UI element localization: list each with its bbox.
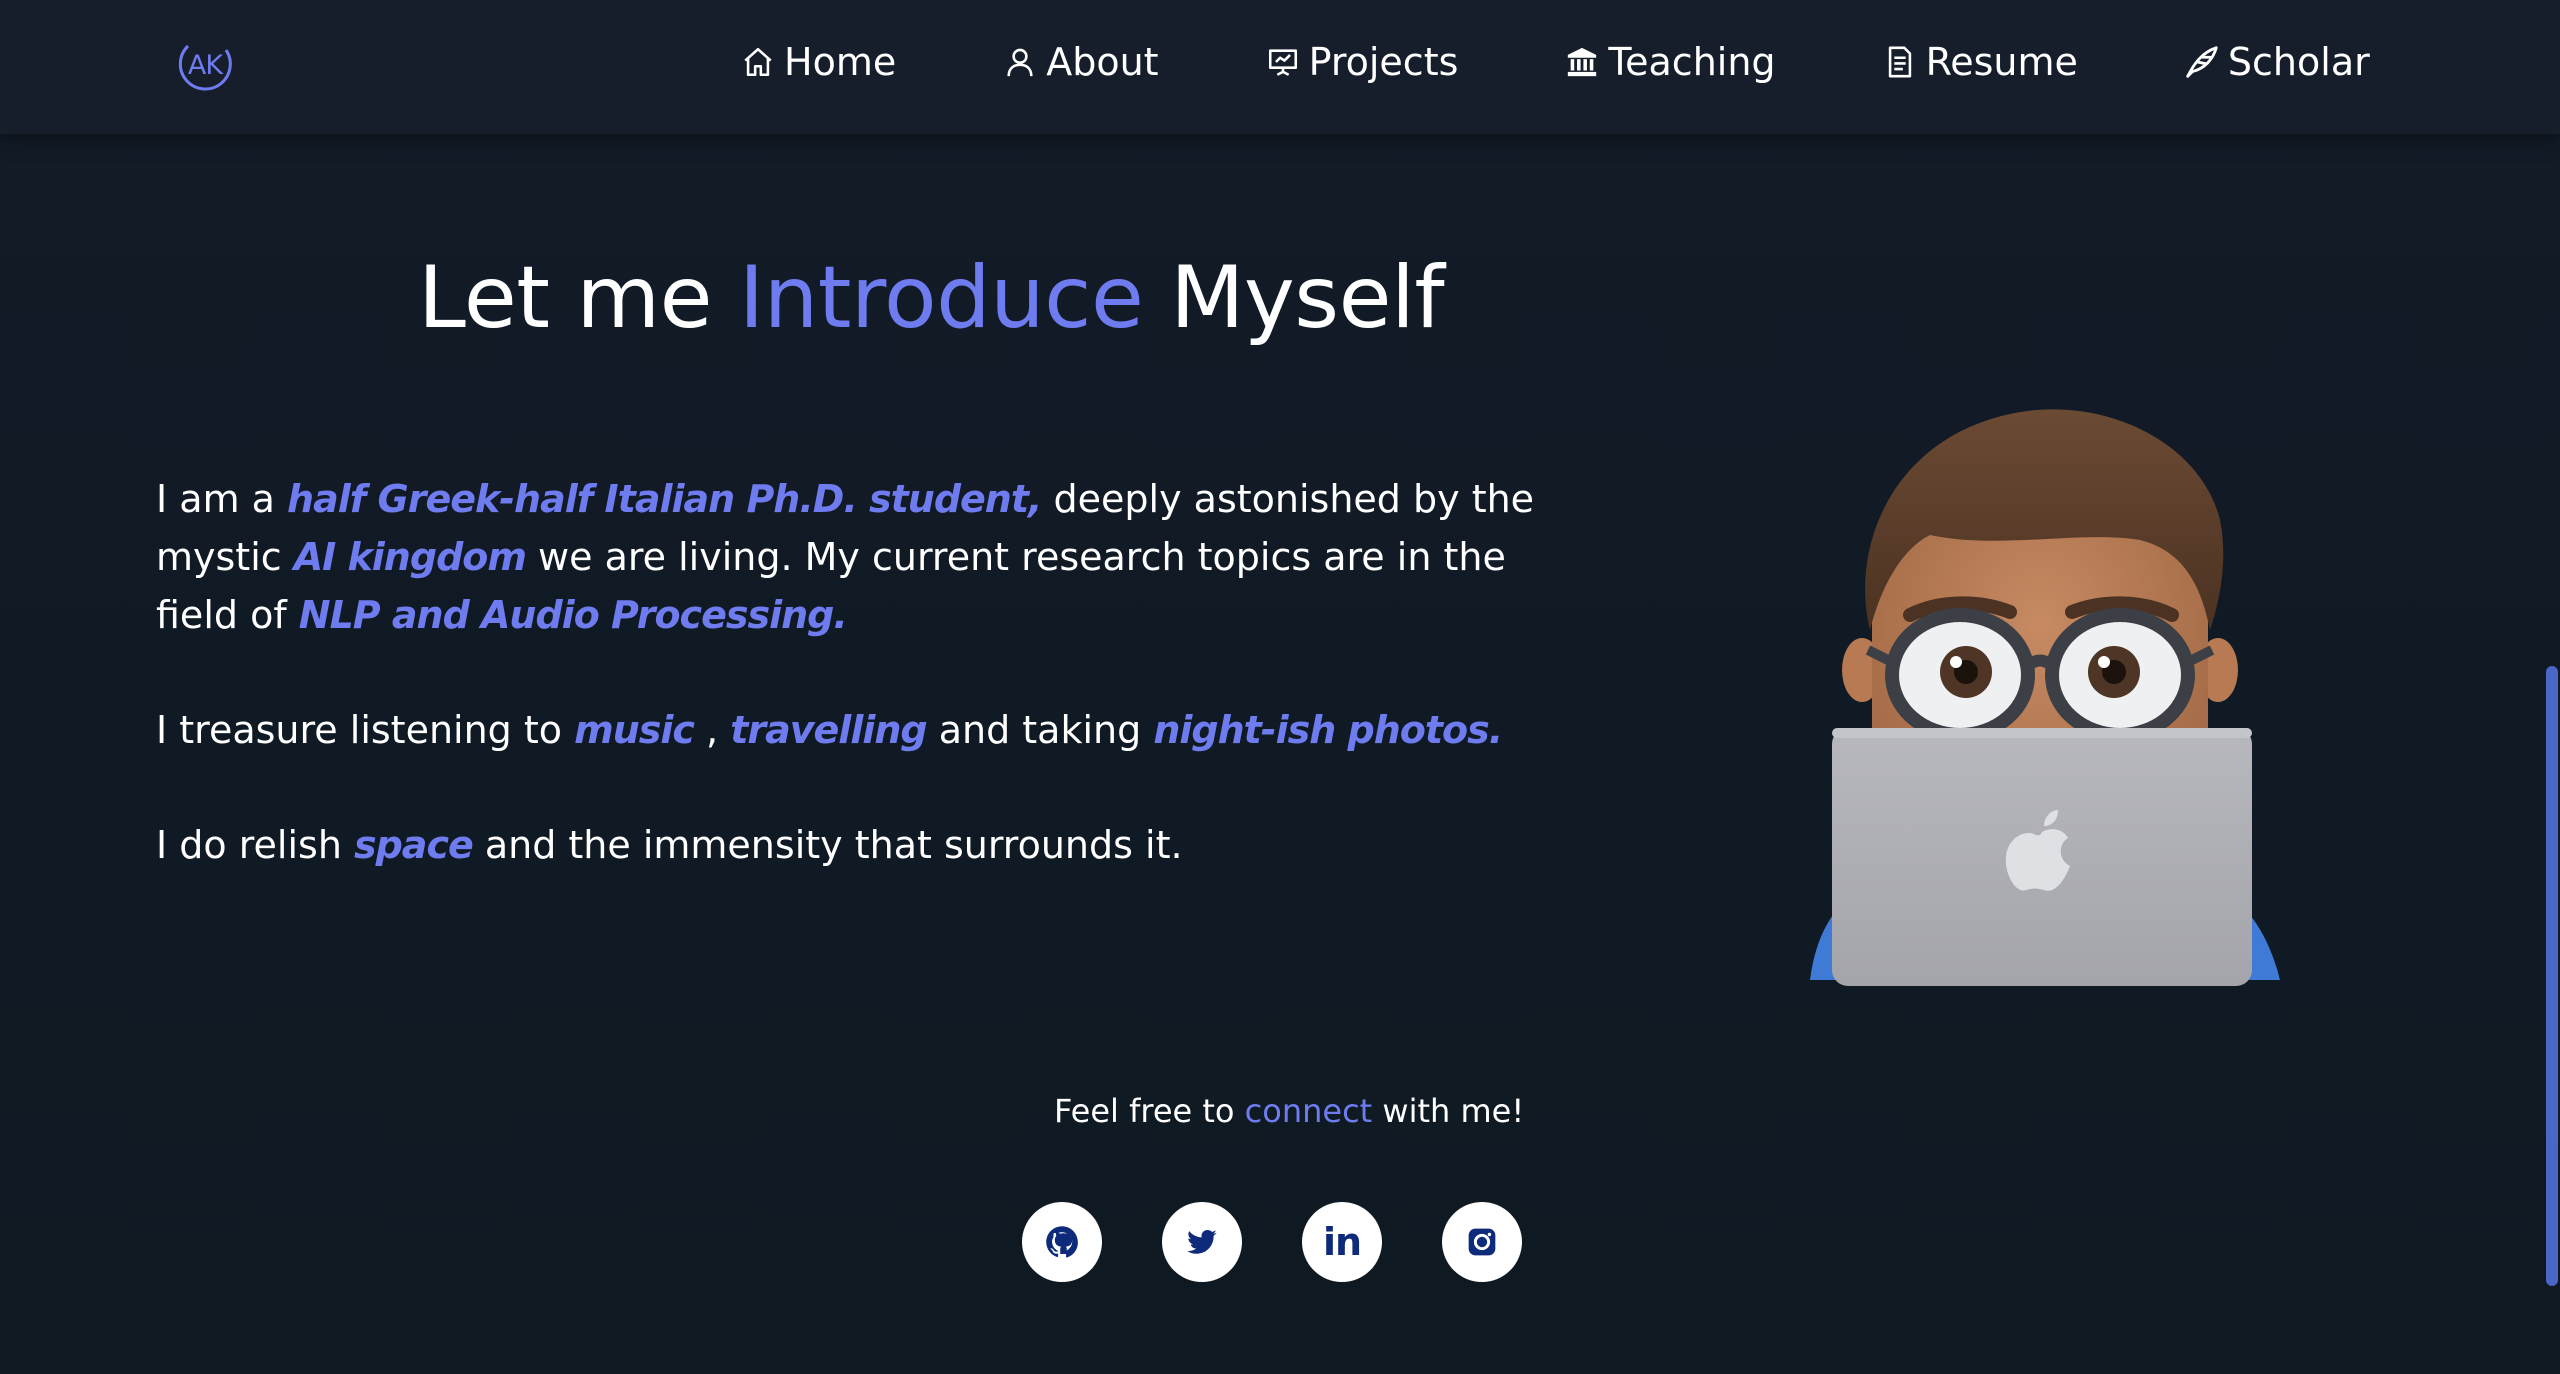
institution-icon — [1562, 42, 1602, 82]
scrollbar[interactable] — [2544, 0, 2560, 1374]
text: with me! — [1372, 1092, 1525, 1130]
twitter-icon — [1187, 1230, 1217, 1254]
title-highlight: Introduce — [738, 248, 1144, 348]
text: I am a — [156, 477, 288, 521]
highlight: music — [574, 708, 695, 752]
text: Feel free to — [1054, 1092, 1245, 1130]
nav-item-scholar[interactable]: Scholar — [2182, 0, 2370, 124]
page: AK Home About Projects Teaching Resume S… — [0, 0, 2560, 1374]
nav-item-label: Resume — [1925, 40, 2078, 84]
title-part: Let me — [418, 248, 739, 348]
github-button[interactable] — [1022, 1202, 1102, 1282]
document-icon — [1880, 42, 1920, 82]
linkedin-button[interactable]: in — [1302, 1202, 1382, 1282]
about-paragraph: I treasure listening to music , travelli… — [156, 701, 1576, 759]
nav-links: Home About Projects Teaching Resume Scho… — [738, 0, 2370, 124]
avatar — [1780, 400, 2300, 1000]
instagram-icon — [1468, 1228, 1496, 1256]
nav-item-about[interactable]: About — [1000, 0, 1159, 124]
connect-text: Feel free to connect with me! — [1054, 1092, 1524, 1130]
nav-item-resume[interactable]: Resume — [1880, 0, 2078, 124]
about-paragraph: I do relish space and the immensity that… — [156, 816, 1576, 874]
navbar: AK Home About Projects Teaching Resume S… — [0, 0, 2560, 134]
logo[interactable]: AK — [176, 36, 234, 94]
nav-item-teaching[interactable]: Teaching — [1562, 0, 1776, 124]
nav-item-label: Scholar — [2227, 40, 2370, 84]
nav-item-home[interactable]: Home — [738, 0, 896, 124]
highlight: space — [353, 823, 474, 867]
home-icon — [738, 42, 778, 82]
nav-item-label: Teaching — [1608, 40, 1776, 84]
text: and taking — [926, 708, 1154, 752]
highlight: NLP and Audio Processing. — [298, 593, 848, 637]
linkedin-icon: in — [1322, 1220, 1362, 1264]
social-links: in — [1022, 1202, 1522, 1282]
highlight: travelling — [730, 708, 927, 752]
title-part: Myself — [1143, 248, 1445, 348]
about-paragraph: I am a half Greek-half Italian Ph.D. stu… — [156, 470, 1576, 644]
connect-link[interactable]: connect — [1245, 1092, 1373, 1130]
user-icon — [1000, 42, 1040, 82]
nav-item-label: Projects — [1308, 40, 1459, 84]
quill-icon — [2182, 42, 2222, 82]
github-icon — [1046, 1226, 1078, 1258]
instagram-button[interactable] — [1442, 1202, 1522, 1282]
presentation-icon — [1263, 42, 1303, 82]
highlight: AI kingdom — [293, 535, 527, 579]
about-text: I am a half Greek-half Italian Ph.D. stu… — [156, 470, 1576, 931]
page-title: Let me Introduce Myself — [418, 248, 1445, 348]
twitter-button[interactable] — [1162, 1202, 1242, 1282]
nav-item-label: About — [1046, 40, 1159, 84]
nav-item-projects[interactable]: Projects — [1263, 0, 1459, 124]
text: , — [693, 708, 731, 752]
scrollbar-thumb[interactable] — [2546, 666, 2558, 1286]
nav-item-label: Home — [784, 40, 897, 84]
text: and the immensity that surrounds it. — [472, 823, 1183, 867]
logo-text: AK — [187, 49, 223, 81]
text: I do relish — [156, 823, 354, 867]
highlight: night-ish photos. — [1153, 708, 1503, 752]
highlight: half Greek-half Italian Ph.D. student, — [287, 477, 1042, 521]
text: I treasure listening to — [156, 708, 575, 752]
